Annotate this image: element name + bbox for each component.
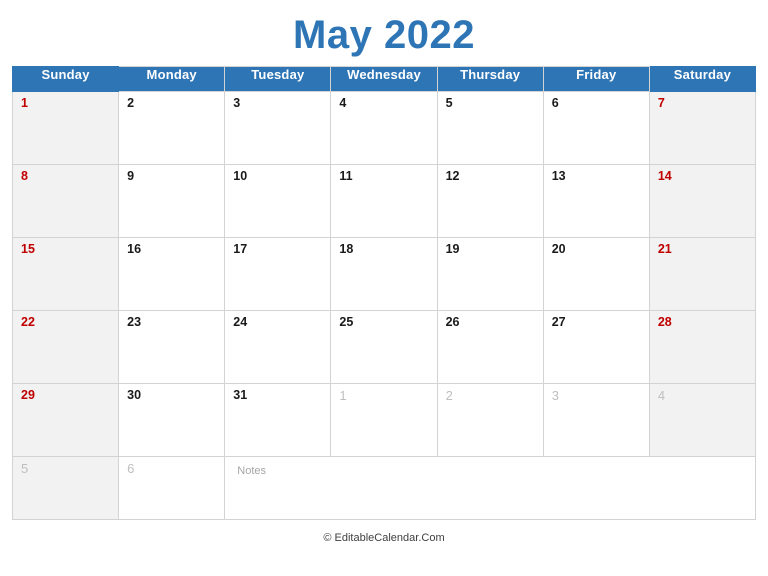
day-number: 12 — [445, 169, 460, 183]
day-number: 28 — [657, 315, 672, 329]
day-number: 6 — [551, 96, 559, 110]
weekday-header-saturday: Saturday — [648, 66, 757, 92]
day-cell[interactable]: 1 — [330, 383, 438, 457]
day-cell[interactable]: 25 — [330, 310, 438, 384]
day-cell[interactable]: 27 — [542, 310, 650, 384]
day-number: 21 — [657, 242, 672, 256]
day-cell[interactable]: 20 — [542, 237, 650, 311]
day-number: 26 — [445, 315, 460, 329]
day-number: 7 — [657, 96, 665, 110]
day-cell[interactable]: 5 — [11, 456, 120, 520]
footer-credit: © EditableCalendar.Com — [323, 532, 445, 544]
day-number: 16 — [127, 242, 142, 256]
day-number: 9 — [127, 169, 135, 183]
day-cell[interactable]: 24 — [224, 310, 332, 384]
day-cell[interactable]: 7 — [648, 91, 757, 165]
weekday-header-friday: Friday — [542, 66, 650, 92]
day-number: 5 — [21, 461, 29, 476]
day-number: 22 — [21, 315, 35, 329]
day-cell[interactable]: 16 — [118, 237, 226, 311]
day-number: 18 — [339, 242, 354, 256]
day-cell[interactable]: 11 — [330, 164, 438, 238]
day-number: 25 — [339, 315, 354, 329]
day-cell[interactable]: 9 — [118, 164, 226, 238]
day-number: 30 — [127, 388, 142, 402]
day-number: 4 — [339, 96, 347, 110]
notes-label: Notes — [237, 465, 267, 477]
calendar-week-row: 22 23 24 25 26 27 28 — [11, 310, 757, 384]
day-number: 27 — [551, 315, 566, 329]
notes-cell[interactable]: Notes — [224, 456, 756, 520]
calendar-header-row: Sunday Monday Tuesday Wednesday Thursday… — [11, 66, 757, 92]
weekday-header-sunday: Sunday — [11, 66, 120, 92]
calendar-table: Sunday Monday Tuesday Wednesday Thursday… — [11, 66, 757, 520]
day-cell[interactable]: 6 — [118, 456, 226, 520]
day-cell[interactable]: 3 — [542, 383, 650, 457]
day-number: 19 — [445, 242, 460, 256]
day-cell[interactable]: 15 — [11, 237, 120, 311]
day-number: 2 — [127, 96, 135, 110]
day-number: 17 — [233, 242, 248, 256]
weekday-header-thursday: Thursday — [436, 66, 544, 92]
day-cell[interactable]: 10 — [224, 164, 332, 238]
day-number: 24 — [233, 315, 248, 329]
day-cell[interactable]: 18 — [330, 237, 438, 311]
day-cell[interactable]: 12 — [436, 164, 544, 238]
day-cell[interactable]: 3 — [224, 91, 332, 165]
day-cell[interactable]: 30 — [118, 383, 226, 457]
day-cell[interactable]: 17 — [224, 237, 332, 311]
weekday-header-wednesday: Wednesday — [330, 66, 438, 92]
day-number: 4 — [657, 388, 666, 403]
day-cell[interactable]: 19 — [436, 237, 544, 311]
calendar-week-row: 8 9 10 11 12 13 14 — [11, 164, 757, 238]
day-number: 3 — [233, 96, 241, 110]
day-number: 2 — [445, 388, 453, 403]
weekday-header-tuesday: Tuesday — [224, 66, 332, 92]
day-number: 11 — [339, 169, 353, 183]
calendar-body: 1 2 3 4 5 6 7 8 9 10 11 12 13 14 15 16 1… — [11, 91, 757, 520]
calendar-container: Sunday Monday Tuesday Wednesday Thursday… — [11, 66, 757, 520]
day-number: 13 — [551, 169, 566, 183]
day-cell[interactable]: 5 — [436, 91, 544, 165]
day-number: 3 — [551, 388, 559, 403]
calendar-week-row: 15 16 17 18 19 20 21 — [11, 237, 757, 311]
day-number: 8 — [21, 169, 28, 183]
day-cell[interactable]: 22 — [11, 310, 120, 384]
day-number: 23 — [127, 315, 142, 329]
page-title: May 2022 — [293, 13, 475, 57]
day-cell[interactable]: 31 — [224, 383, 332, 457]
title-bar: May 2022 — [0, 0, 768, 66]
day-cell[interactable]: 8 — [11, 164, 120, 238]
calendar-notes-row: 5 6 Notes — [11, 456, 756, 520]
day-number: 6 — [127, 461, 135, 476]
calendar-week-row: 29 30 31 1 2 3 4 — [11, 383, 757, 457]
calendar-week-row: 1 2 3 4 5 6 7 — [11, 91, 757, 165]
day-cell[interactable]: 23 — [118, 310, 226, 384]
day-cell[interactable]: 6 — [542, 91, 650, 165]
day-cell[interactable]: 26 — [436, 310, 544, 384]
day-number: 1 — [339, 388, 347, 403]
day-cell[interactable]: 21 — [648, 237, 757, 311]
day-cell[interactable]: 13 — [542, 164, 650, 238]
day-number: 5 — [445, 96, 453, 110]
day-number: 20 — [551, 242, 566, 256]
calendar-page: May 2022 Sunday Monday Tuesday Wednesday… — [0, 0, 768, 576]
day-number: 31 — [233, 388, 248, 402]
day-cell[interactable]: 4 — [330, 91, 438, 165]
day-cell[interactable]: 14 — [648, 164, 757, 238]
day-number: 1 — [21, 96, 28, 110]
day-number: 10 — [233, 169, 248, 183]
day-cell[interactable]: 2 — [436, 383, 544, 457]
day-cell[interactable]: 2 — [118, 91, 226, 165]
day-number: 15 — [21, 242, 35, 256]
day-number: 14 — [657, 169, 672, 183]
day-cell[interactable]: 28 — [648, 310, 757, 384]
weekday-header-monday: Monday — [118, 66, 226, 92]
day-cell[interactable]: 29 — [11, 383, 120, 457]
day-number: 29 — [21, 388, 35, 402]
day-cell[interactable]: 4 — [648, 383, 757, 457]
day-cell[interactable]: 1 — [11, 91, 120, 165]
